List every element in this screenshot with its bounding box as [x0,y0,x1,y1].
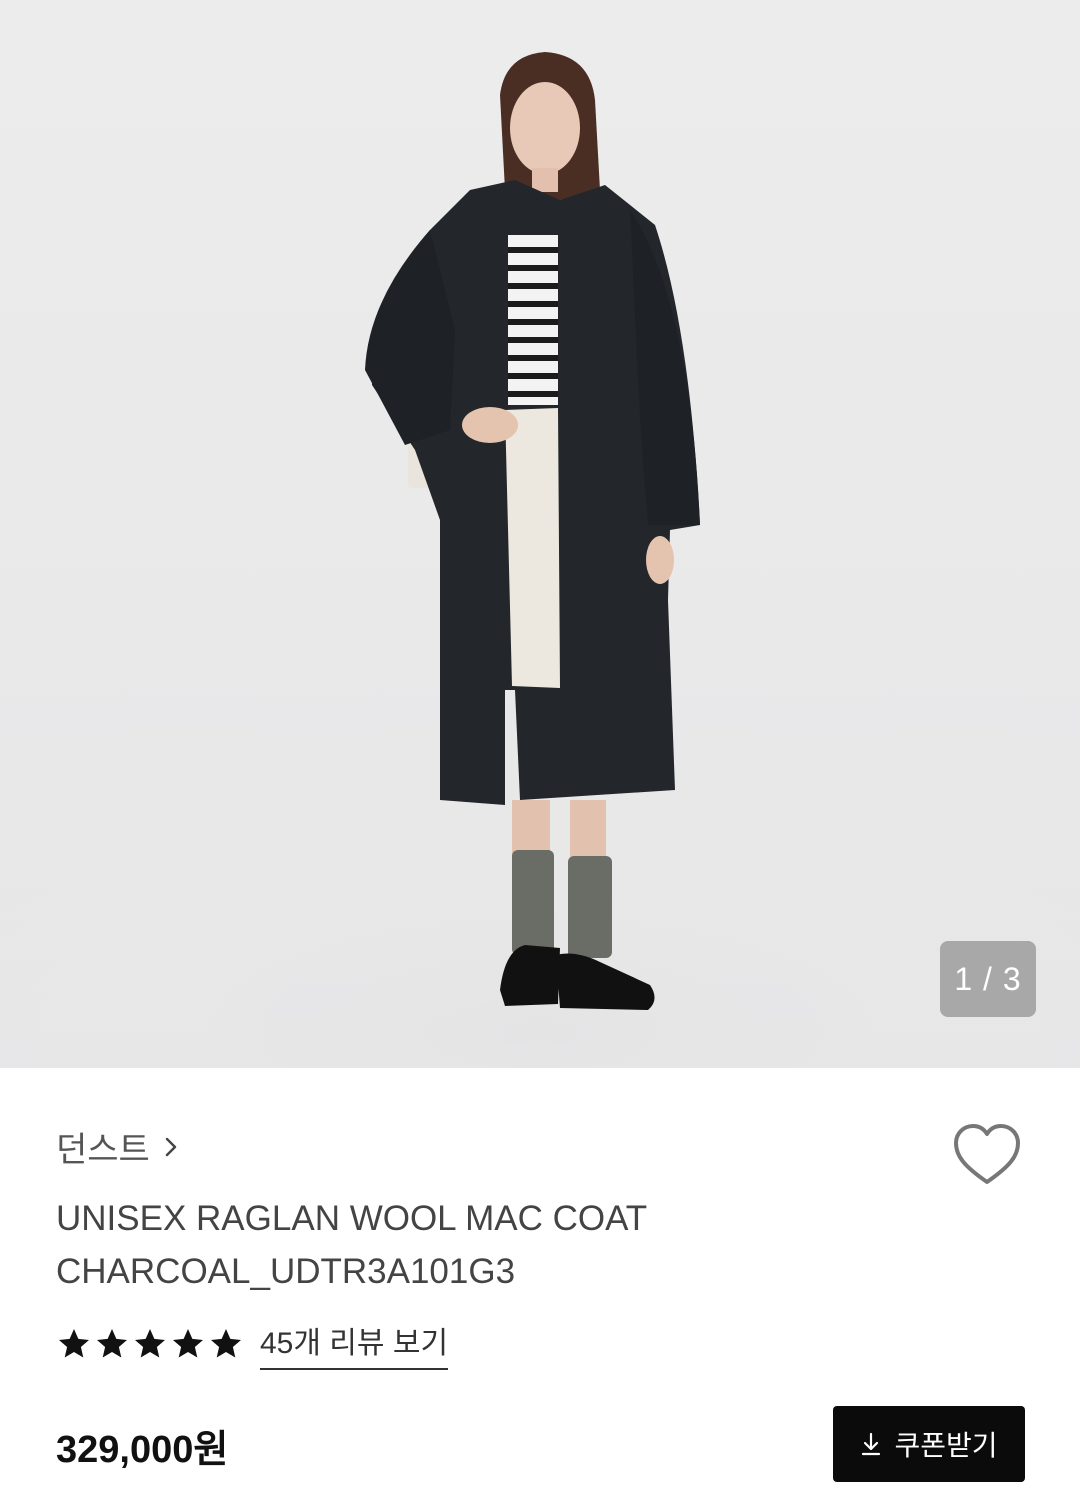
heart-icon [954,1124,1020,1184]
rating-row: 45개 리뷰 보기 [56,1318,449,1370]
product-price: 329,000원 [56,1429,229,1471]
get-coupon-button[interactable]: 쿠폰받기 [833,1406,1025,1482]
product-photo [0,52,1080,1068]
product-detail-page: 1 / 3 던스트 UNISEX RAGLAN WOOL MAC COAT CH… [0,0,1080,1500]
wishlist-heart-button[interactable] [952,1122,1022,1188]
brand-link[interactable]: 던스트 [56,1122,178,1171]
product-title-line-2: CHARCOAL_UDTR3A101G3 [56,1252,516,1291]
coupon-button-label: 쿠폰받기 [894,1430,998,1461]
star-rating [56,1326,244,1362]
view-reviews-link[interactable]: 45개 리뷰 보기 [260,1318,449,1370]
image-counter: 1 / 3 [940,941,1036,1017]
download-icon [862,1432,881,1456]
chevron-right-icon [164,1136,178,1158]
product-title-line-1: UNISEX RAGLAN WOOL MAC COAT [56,1199,648,1238]
product-title: UNISEX RAGLAN WOOL MAC COAT CHARCOAL_UDT… [56,1192,816,1298]
star-icon [59,1329,89,1358]
star-icon [173,1329,203,1358]
star-icon [97,1329,127,1358]
product-image-gallery[interactable]: 1 / 3 [0,0,1080,1068]
star-icon [135,1329,165,1358]
star-icon [211,1329,241,1358]
brand-name: 던스트 [56,1131,150,1169]
